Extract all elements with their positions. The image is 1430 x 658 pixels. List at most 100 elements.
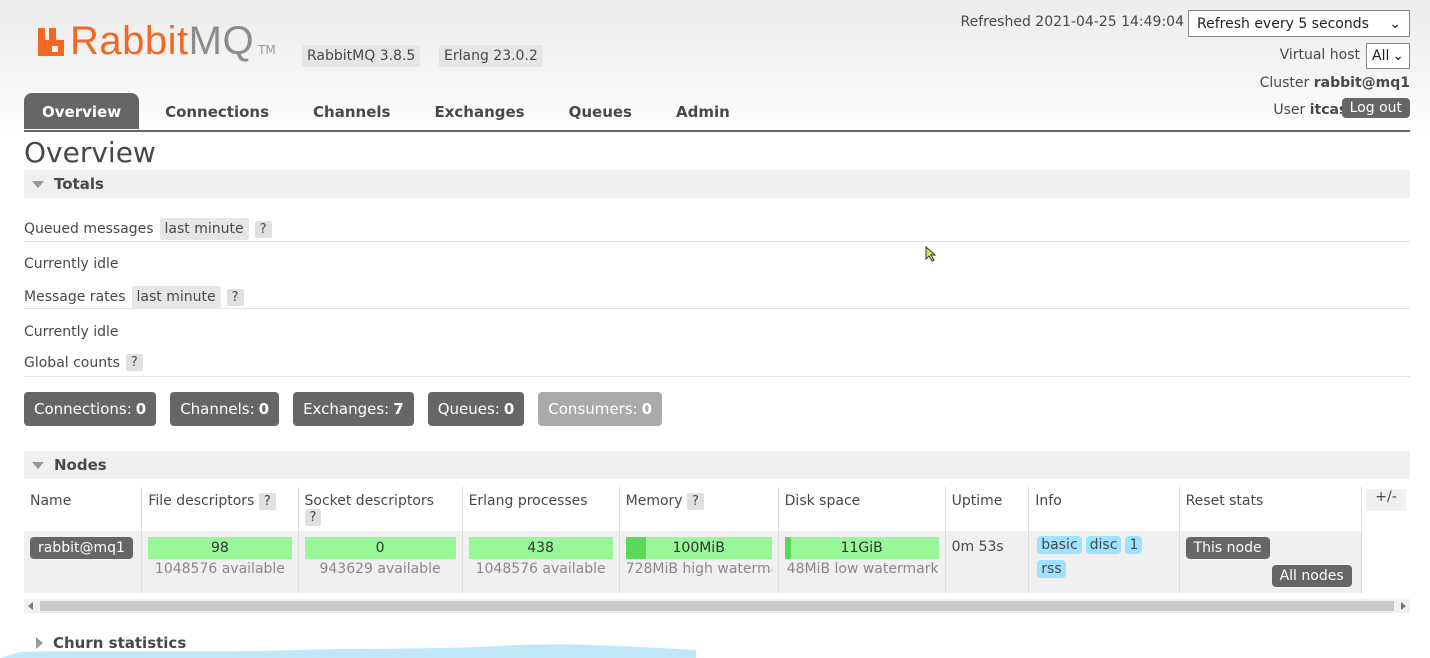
column-toggle-button[interactable]: +/-: [1366, 489, 1406, 511]
rabbitmq-logo[interactable]: RabbitMQ TM: [36, 19, 276, 63]
queued-idle-text: Currently idle: [24, 256, 119, 272]
uptime-value: 0m 53s: [951, 539, 1004, 555]
reset-this-node-button[interactable]: This node: [1185, 537, 1270, 559]
ep-cell: 438 1048576 available: [462, 531, 620, 593]
col-name: Name: [24, 487, 143, 531]
tab-connections[interactable]: Connections: [147, 93, 287, 129]
rabbitmq-version: RabbitMQ 3.8.5: [302, 45, 421, 67]
col-disk-space: Disk space: [778, 487, 946, 531]
tab-exchanges[interactable]: Exchanges: [416, 93, 542, 129]
global-counts: Connections: 0 Channels: 0 Exchanges: 7 Que…: [24, 392, 663, 426]
col-erlang-processes: Erlang processes: [462, 487, 620, 531]
tab-overview[interactable]: Overview: [24, 93, 140, 129]
col-reset-stats: Reset stats: [1179, 487, 1363, 531]
scroll-right-icon[interactable]: [1401, 602, 1406, 610]
disk-cell: 11GiB 48MiB low watermark: [778, 531, 946, 593]
fd-cell: 98 1048576 available: [141, 531, 299, 593]
global-counts-label: Global counts: [24, 354, 120, 371]
queued-help-icon[interactable]: ?: [254, 220, 272, 238]
cluster-name: rabbit@mq1: [1313, 75, 1410, 91]
nodes-table: Name File descriptors ? Socket descripto…: [24, 487, 1363, 593]
queued-messages-row: Queued messages last minute ?: [24, 218, 272, 240]
refresh-select-value: Refresh every 5 seconds: [1197, 15, 1369, 32]
cluster-info: Cluster rabbit@mq1: [1260, 75, 1410, 91]
disk-bar-fill: [784, 537, 791, 559]
ep-bar: 438: [468, 537, 613, 559]
tab-channels[interactable]: Channels: [295, 93, 408, 129]
col-uptime: Uptime: [945, 487, 1030, 531]
reset-all-nodes-button[interactable]: All nodes: [1271, 565, 1352, 587]
rates-range-selector[interactable]: last minute: [131, 286, 221, 308]
message-rates-row: Message rates last minute ?: [24, 286, 244, 308]
divider: [24, 308, 1410, 309]
scroll-left-icon[interactable]: [28, 602, 33, 610]
connections-count-button[interactable]: Connections: 0: [24, 392, 157, 426]
tab-divider: [24, 130, 1410, 132]
disk-watermark: 48MiB low watermark: [786, 561, 939, 577]
queues-count-button[interactable]: Queues: 0: [427, 392, 525, 426]
chevron-down-icon: ⌄: [1389, 15, 1401, 32]
memory-watermark: 728MiB high watermark: [625, 561, 772, 577]
info-tag-basic[interactable]: basic: [1037, 536, 1082, 554]
consumers-count-button[interactable]: Consumers: 0: [538, 392, 663, 426]
cluster-label: Cluster: [1259, 75, 1310, 91]
mouse-cursor-icon: [925, 246, 937, 262]
page-title: Overview: [24, 136, 156, 169]
sd-help-icon[interactable]: ?: [304, 509, 322, 526]
nodes-heading: Nodes: [54, 456, 107, 474]
virtual-host-label: Virtual host: [1279, 47, 1360, 63]
rates-idle-text: Currently idle: [24, 324, 119, 340]
scrollbar-thumb[interactable]: [40, 601, 1394, 611]
fd-help-icon[interactable]: ?: [258, 493, 276, 510]
refresh-interval-select[interactable]: Refresh every 5 seconds ⌄: [1188, 10, 1410, 37]
divider: [24, 376, 1410, 377]
refreshed-timestamp: Refreshed 2021-04-25 14:49:04: [960, 14, 1184, 30]
sd-available: 943629 available: [319, 561, 441, 577]
info-tag-disc[interactable]: disc: [1085, 536, 1122, 554]
sd-cell: 0 943629 available: [298, 531, 463, 593]
fd-available: 1048576 available: [154, 561, 285, 577]
virtual-host-select[interactable]: All ⌄: [1366, 43, 1410, 69]
memory-cell: 100MiB 728MiB high watermark: [619, 531, 779, 593]
message-rates-label: Message rates: [24, 289, 126, 305]
collapse-triangle-icon: [32, 180, 44, 188]
info-tag-count[interactable]: 1: [1125, 536, 1143, 554]
channels-count-button[interactable]: Channels: 0: [170, 392, 280, 426]
col-file-descriptors: File descriptors ?: [141, 487, 299, 531]
memory-bar-fill: [625, 537, 646, 559]
vhost-select-value: All: [1372, 48, 1390, 64]
nodes-section-header[interactable]: Nodes: [24, 451, 1410, 479]
fd-bar: 98: [148, 537, 292, 559]
exchanges-count-button[interactable]: Exchanges: 7: [293, 392, 414, 426]
rabbit-logo-icon: [38, 28, 64, 56]
logout-button[interactable]: Log out: [1341, 98, 1410, 118]
logo-wordmark: RabbitMQ: [70, 19, 255, 63]
global-help-icon[interactable]: ?: [125, 354, 143, 371]
info-tag-rss[interactable]: rss: [1037, 560, 1066, 578]
divider: [24, 241, 1410, 242]
memory-help-icon[interactable]: ?: [687, 493, 704, 510]
tab-admin[interactable]: Admin: [658, 93, 748, 129]
reset-stats-cell: This node All nodes: [1179, 531, 1363, 593]
logo-tm: TM: [258, 43, 276, 57]
rates-help-icon[interactable]: ?: [226, 288, 244, 306]
chart-preview-strip: [0, 644, 696, 658]
global-counts-row: Global counts ?: [24, 354, 143, 371]
queued-messages-label: Queued messages: [24, 221, 154, 237]
disk-bar: 11GiB: [784, 537, 939, 559]
uptime-cell: 0m 53s: [945, 531, 1030, 593]
horizontal-scrollbar[interactable]: [24, 599, 1410, 613]
node-name-cell: rabbit@mq1: [24, 531, 143, 593]
chevron-down-icon: ⌄: [1392, 48, 1404, 64]
memory-bar: 100MiB: [625, 537, 772, 559]
tab-queues[interactable]: Queues: [551, 93, 650, 129]
totals-section-header[interactable]: Totals: [24, 170, 1410, 198]
queued-range-selector[interactable]: last minute: [159, 218, 249, 240]
collapse-triangle-icon: [32, 461, 44, 469]
col-info: Info: [1028, 487, 1180, 531]
main-tabs: Overview Connections Channels Exchanges …: [24, 93, 756, 129]
ep-available: 1048576 available: [475, 561, 606, 577]
table-header-row: Name File descriptors ? Socket descripto…: [24, 487, 1363, 531]
info-cell: basic disc 1 rss: [1028, 531, 1180, 593]
node-name-link[interactable]: rabbit@mq1: [30, 537, 133, 559]
